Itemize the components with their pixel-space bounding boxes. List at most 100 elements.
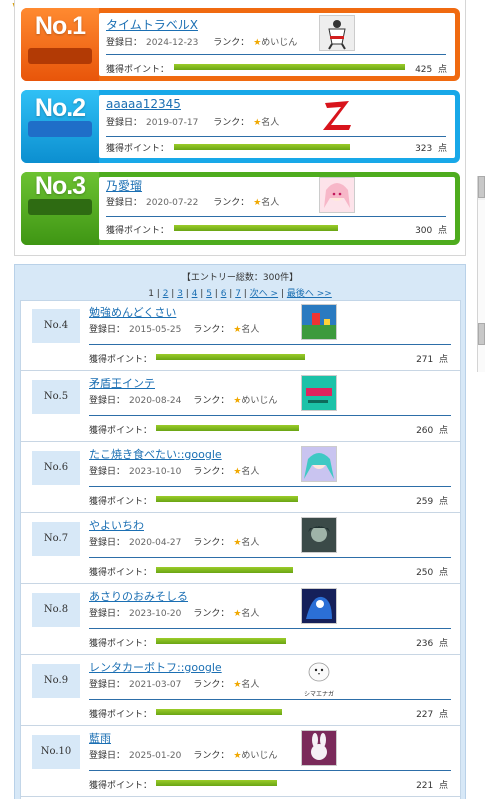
page-4-link[interactable]: 4 [192,289,198,299]
rank-card-body: 乃愛瑠 登録日： 2020-07-22 ランク： ★名人 獲得ポイント： 300 点 [99,177,455,240]
points-label: 獲得ポイント： [89,781,153,791]
miku-icon[interactable] [301,446,337,482]
points-bar [156,638,286,644]
points-label: 獲得ポイント： [106,226,170,236]
list-item: No.10 藍雨 登録日： 2025-01-20 ランク： ★めいじん 獲得ポイント：… [21,727,460,797]
user-meta: 登録日： 2021-03-07 ランク： ★名人 [89,680,260,690]
entry-count: 【エントリー総数：300件】 [181,273,299,283]
divider [89,699,451,700]
points-bar [156,425,299,431]
user-meta: 登録日： 2019-07-17 ランク： ★名人 [106,118,280,128]
user-name-link[interactable]: 矛盾王インテ [89,375,155,391]
points-label: 獲得ポイント： [89,426,153,436]
rank-bar [28,121,92,137]
rank-card-2: No.2 aaaaa12345 登録日： 2019-07-17 ランク： ★名人 獲… [21,90,460,163]
points-label: 獲得ポイント： [89,568,153,578]
blue-character-icon[interactable] [301,588,337,624]
points-value: 227 点 [416,710,448,720]
points-bar [156,709,282,715]
anime-girl-icon[interactable] [319,177,355,213]
page-2-link[interactable]: 2 [163,289,169,299]
user-name-link[interactable]: 勉強めんどくさい [89,304,176,320]
text-image-icon[interactable] [301,375,337,411]
user-name-link[interactable]: やよいちわ [89,517,144,533]
rank-number: No.6 [32,451,80,485]
user-name-link[interactable]: たこ焼き食べたい::google [89,446,222,462]
pagination: 1 | 2 | 3 | 4 | 5 | 6 | 7 | 次へ > | 最後へ >… [148,289,332,299]
user-meta: 登録日： 2023-10-20 ランク： ★名人 [89,609,260,619]
rank-bar [28,48,92,64]
list-item: No.4 勉強めんどくさい 登録日： 2015-05-25 ランク： ★名人 獲得ポイ… [21,301,460,371]
points-bar [174,225,338,231]
user-name-link[interactable]: タイムトラベルX [106,16,198,33]
rank-badge-3: No.3 [21,172,99,245]
list-item: No.9 レンタカーボトフ::google 登録日： 2021-03-07 ランク：… [21,656,460,726]
points-bar [156,780,277,786]
user-name-link[interactable]: 藍雨 [89,730,111,746]
page-7-link[interactable]: 7 [235,289,241,299]
divider [89,415,451,416]
rank-card-1: No.1 タイムトラベルX 登録日： 2024-12-23 ランク： ★めいじん 獲… [21,8,460,81]
points-value: 271 点 [416,355,448,365]
points-value: 221 点 [416,781,448,791]
list-item: No.5 矛盾王インテ 登録日： 2020-08-24 ランク： ★めいじん 獲得ポイ… [21,372,460,442]
points-value: 236 点 [416,639,448,649]
portrait-icon[interactable] [301,517,337,553]
z-icon[interactable] [319,97,355,133]
divider [106,136,446,137]
user-meta: 登録日： 2020-07-22 ランク： ★名人 [106,198,280,208]
rank-number: No.10 [32,735,80,769]
points-value: 300 点 [415,226,447,236]
points-label: 獲得ポイント： [89,355,153,365]
points-value: 259 点 [416,497,448,507]
points-label: 獲得ポイント： [106,144,170,154]
rank-card-body: タイムトラベルX 登録日： 2024-12-23 ランク： ★めいじん 獲得ポイント… [99,13,455,76]
user-meta: 登録日： 2023-10-10 ランク： ★名人 [89,467,260,477]
rank-number: No.2 [34,94,86,122]
rabbit-icon[interactable] [301,730,337,766]
entry-list: No.4 勉強めんどくさい 登録日： 2015-05-25 ランク： ★名人 獲得ポイ… [20,300,461,799]
user-meta: 登録日： 2025-01-20 ランク： ★めいじん [89,751,278,761]
user-name-link[interactable]: 乃愛瑠 [106,177,142,194]
points-bar [156,496,298,502]
game-screen-icon[interactable] [301,304,337,340]
rank-number: No.5 [32,380,80,414]
points-value: 323 点 [415,144,447,154]
user-name-link[interactable]: レンタカーボトフ::google [89,659,222,675]
divider [89,628,451,629]
rank-number: No.7 [32,522,80,556]
rank-badge-2: No.2 [21,90,99,163]
side-tab-2[interactable] [478,323,485,345]
points-value: 260 点 [416,426,448,436]
rank-card-body: aaaaa12345 登録日： 2019-07-17 ランク： ★名人 獲得ポイント… [99,95,455,158]
user-meta: 登録日： 2020-08-24 ランク： ★めいじん [89,396,278,406]
rank-number: No.8 [32,593,80,627]
karate-icon[interactable] [319,15,355,51]
user-name-link[interactable]: あさりのおみそしる [89,588,188,604]
page-3-link[interactable]: 3 [177,289,183,299]
side-scroll-track [477,200,485,372]
list-item: No.7 やよいちわ 登録日： 2020-04-27 ランク： ★名人 獲得ポイント：… [21,514,460,584]
list-item: No.8 あさりのおみそしる 登録日： 2023-10-20 ランク： ★名人 獲得ポ… [21,585,460,655]
top-ranking-panel: No.1 タイムトラベルX 登録日： 2024-12-23 ランク： ★めいじん 獲… [14,0,466,256]
entry-list-panel: 【エントリー総数：300件】 1 | 2 | 3 | 4 | 5 | 6 | 7… [14,264,466,799]
next-page-link[interactable]: 次へ > [250,289,278,299]
last-page-link[interactable]: 最後へ >> [287,289,332,299]
bird-icon[interactable]: シマエナガ [301,659,337,698]
page-5-link[interactable]: 5 [206,289,212,299]
rank-number: No.9 [32,664,80,698]
side-tab-1[interactable] [478,176,485,198]
user-meta: 登録日： 2024-12-23 ランク： ★めいじん [106,38,298,48]
points-label: 獲得ポイント： [89,710,153,720]
divider [89,770,451,771]
page-6-link[interactable]: 6 [221,289,227,299]
rank-number: No.1 [34,12,86,40]
rank-number: No.4 [32,309,80,343]
points-bar [174,64,405,70]
list-item: No.6 たこ焼き食べたい::google 登録日： 2023-10-10 ランク：… [21,443,460,513]
rank-number: No.3 [34,172,86,200]
points-label: 獲得ポイント： [89,497,153,507]
user-name-link[interactable]: aaaaa12345 [106,97,181,111]
user-meta: 登録日： 2015-05-25 ランク： ★名人 [89,325,260,335]
thumb-caption: シマエナガ [303,691,334,698]
